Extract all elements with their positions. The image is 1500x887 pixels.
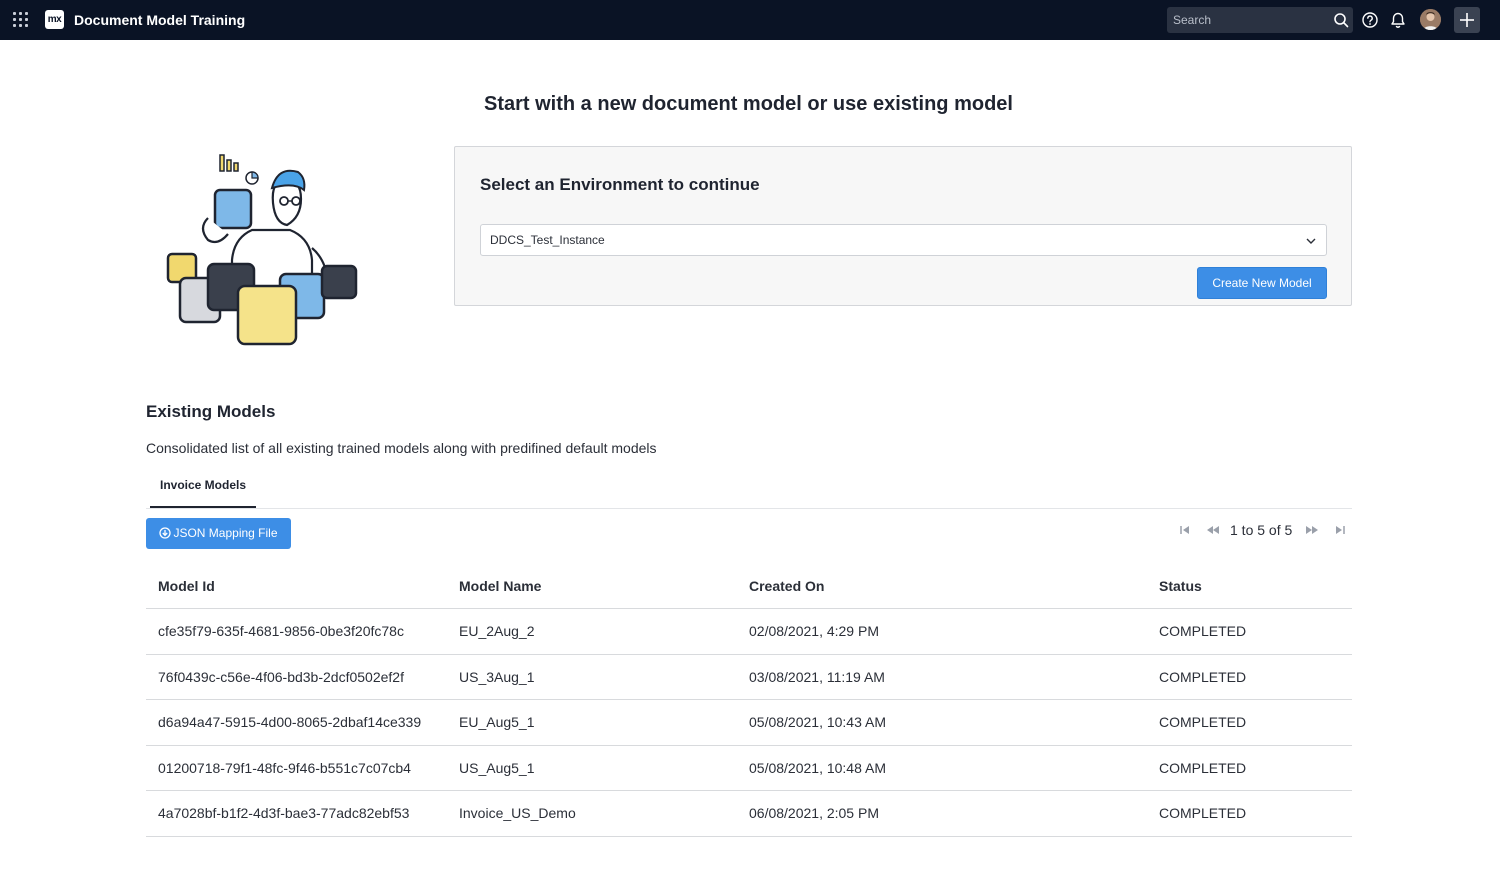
search-box[interactable] xyxy=(1167,7,1353,33)
pagination-text: 1 to 5 of 5 xyxy=(1230,522,1293,538)
cell-created-on: 05/08/2021, 10:48 AM xyxy=(749,759,886,776)
download-circle-icon xyxy=(159,527,172,539)
cell-status: COMPLETED xyxy=(1159,805,1247,821)
environment-select[interactable]: DDCS_Test_Instance xyxy=(480,224,1327,256)
table-header: Model Id Model Name Created On Status xyxy=(146,563,1352,609)
cell-created-on: 05/08/2021, 10:43 AM xyxy=(749,714,886,730)
last-page-icon[interactable] xyxy=(1333,523,1347,537)
cell-model-name: US_3Aug_1 xyxy=(459,668,535,685)
search-input[interactable] xyxy=(1167,7,1327,33)
tab-invoice-models[interactable]: Invoice Models xyxy=(150,470,256,508)
chevron-down-icon xyxy=(1306,238,1316,244)
next-page-icon[interactable] xyxy=(1305,523,1319,537)
table-row[interactable]: 4a7028bf-b1f2-4d3f-bae3-77adc82ebf53 Inv… xyxy=(146,791,1352,837)
existing-models-description: Consolidated list of all existing traine… xyxy=(146,440,657,456)
cell-created-on: 06/08/2021, 2:05 PM xyxy=(749,805,879,821)
app-logo[interactable]: mx xyxy=(45,10,64,29)
column-header-created-on[interactable]: Created On xyxy=(749,578,824,594)
pagination: 1 to 5 of 5 xyxy=(1176,520,1352,542)
plus-icon xyxy=(1460,13,1474,27)
create-new-model-button[interactable]: Create New Model xyxy=(1197,267,1327,299)
models-table: Model Id Model Name Created On Status cf… xyxy=(146,563,1352,837)
table-row[interactable]: d6a94a47-5915-4d00-8065-2dbaf14ce339 EU_… xyxy=(146,700,1352,746)
top-navigation-bar: mx Document Model Training xyxy=(0,0,1500,40)
cell-status: COMPLETED xyxy=(1159,714,1247,730)
app-title: Document Model Training xyxy=(74,12,246,28)
environment-title: Select an Environment to continue xyxy=(480,175,760,194)
cell-model-name: US_Aug5_1 xyxy=(459,759,535,776)
cell-created-on: 02/08/2021, 4:29 PM xyxy=(749,623,879,639)
json-mapping-file-button[interactable]: JSON Mapping File xyxy=(146,518,291,549)
cell-status: COMPLETED xyxy=(1159,759,1247,776)
environment-select-value: DDCS_Test_Instance xyxy=(490,233,605,247)
cell-status: COMPLETED xyxy=(1159,623,1247,639)
cell-model-id: 76f0439c-c56e-4f06-bd3b-2dcf0502ef2f xyxy=(158,668,404,685)
search-icon[interactable] xyxy=(1333,12,1349,28)
page-headline: Start with a new document model or use e… xyxy=(484,93,1013,115)
table-row[interactable]: 01200718-79f1-48fc-9f46-b551c7c07cb4 US_… xyxy=(146,746,1352,791)
cell-model-id: 4a7028bf-b1f2-4d3f-bae3-77adc82ebf53 xyxy=(158,805,410,821)
existing-models-title: Existing Models xyxy=(146,402,276,421)
apps-grid-icon[interactable] xyxy=(13,12,29,28)
tabs-divider xyxy=(146,508,1352,509)
previous-page-icon[interactable] xyxy=(1206,523,1220,537)
cell-model-name: EU_Aug5_1 xyxy=(459,714,535,730)
json-mapping-file-label: JSON Mapping File xyxy=(173,526,278,540)
column-header-status[interactable]: Status xyxy=(1159,578,1202,594)
first-page-icon[interactable] xyxy=(1178,523,1192,537)
environment-panel: Select an Environment to continue DDCS_T… xyxy=(454,146,1352,306)
column-header-model-name[interactable]: Model Name xyxy=(459,578,541,594)
table-row[interactable]: cfe35f79-635f-4681-9856-0be3f20fc78c EU_… xyxy=(146,609,1352,655)
cell-model-id: 01200718-79f1-48fc-9f46-b551c7c07cb4 xyxy=(158,759,411,776)
document-training-illustration xyxy=(166,154,358,346)
cell-status: COMPLETED xyxy=(1159,668,1247,685)
cell-model-name: Invoice_US_Demo xyxy=(459,805,576,821)
help-icon[interactable] xyxy=(1361,11,1379,29)
avatar[interactable] xyxy=(1420,9,1441,30)
add-button[interactable] xyxy=(1454,7,1480,33)
cell-created-on: 03/08/2021, 11:19 AM xyxy=(749,668,885,685)
column-header-model-id[interactable]: Model Id xyxy=(158,578,215,594)
cell-model-id: d6a94a47-5915-4d00-8065-2dbaf14ce339 xyxy=(158,714,422,730)
table-row[interactable]: 76f0439c-c56e-4f06-bd3b-2dcf0502ef2f US_… xyxy=(146,655,1352,700)
cell-model-id: cfe35f79-635f-4681-9856-0be3f20fc78c xyxy=(158,623,404,639)
bell-icon[interactable] xyxy=(1389,11,1407,29)
cell-model-name: EU_2Aug_2 xyxy=(459,623,535,639)
